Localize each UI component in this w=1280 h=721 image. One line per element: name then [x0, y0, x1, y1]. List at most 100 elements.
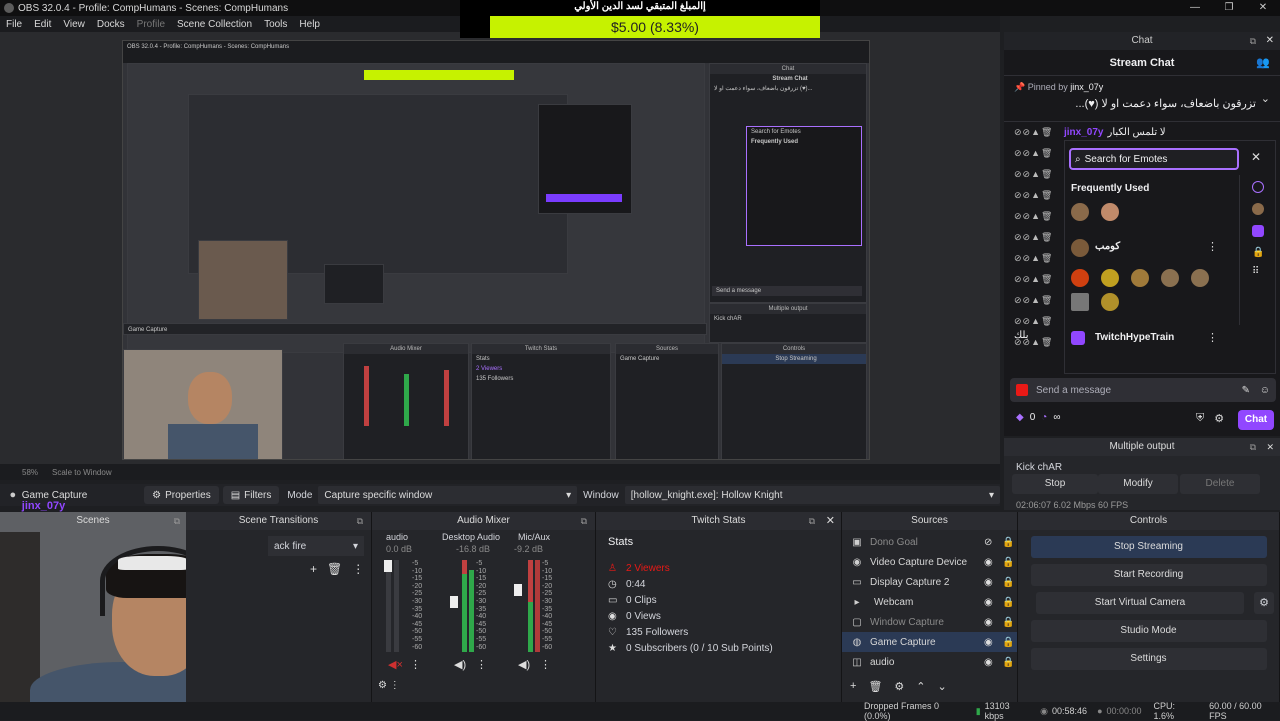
popout-icon[interactable]: ⧉: [581, 512, 587, 530]
users-icon[interactable]: 👥: [1256, 50, 1270, 76]
shield-icon[interactable]: ⛨: [1196, 412, 1204, 425]
channel-emotes-icon[interactable]: [1252, 203, 1264, 215]
emote[interactable]: [1101, 203, 1119, 221]
gear-icon[interactable]: ⚙: [1214, 412, 1224, 425]
grid-icon[interactable]: ⠿: [1252, 266, 1275, 277]
more-icon[interactable]: ⋮: [540, 658, 551, 671]
scale-mode[interactable]: Scale to Window: [52, 468, 112, 477]
studio-mode-button[interactable]: Studio Mode: [1030, 620, 1267, 642]
mod-icons[interactable]: ⊘⊘▲🗑: [1014, 190, 1064, 201]
emote[interactable]: [1071, 269, 1089, 287]
add-source-icon[interactable]: +: [850, 680, 856, 693]
fader-mic[interactable]: [514, 584, 522, 596]
minimize-button[interactable]: —: [1178, 0, 1212, 16]
trash-icon[interactable]: 🗑: [327, 562, 342, 576]
menu-docks[interactable]: Docks: [91, 19, 131, 30]
menu-view[interactable]: View: [57, 19, 91, 30]
emote[interactable]: [1101, 269, 1119, 287]
stop-streaming-button[interactable]: Stop Streaming: [1030, 536, 1267, 558]
eye-icon[interactable]: ◉: [984, 617, 993, 628]
popout-icon[interactable]: ⧉: [357, 512, 363, 530]
lock-icon[interactable]: 🔒: [1002, 597, 1014, 608]
filters-button[interactable]: ▤ Filters: [222, 486, 280, 504]
lock-icon[interactable]: 🔒: [1002, 637, 1014, 648]
move-up-icon[interactable]: ⌃: [916, 680, 925, 693]
emoji-icon[interactable]: ☺: [1260, 385, 1270, 396]
stop-output-button[interactable]: Stop: [1012, 474, 1098, 494]
source-item[interactable]: ◫ audio ◉ 🔒: [842, 652, 1017, 672]
emote[interactable]: [1071, 203, 1089, 221]
eye-icon[interactable]: ◉: [984, 577, 993, 588]
emote[interactable]: [1161, 269, 1179, 287]
lock-icon[interactable]: 🔒: [1002, 557, 1014, 568]
popout-icon[interactable]: ⧉: [809, 512, 815, 530]
source-item[interactable]: ◍ Game Capture ◉ 🔒: [842, 632, 1017, 652]
twitch-emotes-icon[interactable]: [1252, 225, 1264, 237]
mod-icons[interactable]: ⊘⊘▲🗑: [1014, 295, 1064, 306]
mod-icons[interactable]: ⊘⊘▲🗑: [1014, 232, 1064, 243]
add-transition-icon[interactable]: +: [310, 562, 317, 576]
speaker-icon[interactable]: ◀): [454, 658, 466, 671]
source-item[interactable]: ▣ Dono Goal ⊘ 🔒: [842, 532, 1017, 552]
transition-select[interactable]: ack fire ▾: [268, 536, 364, 556]
more-icon[interactable]: ⋮: [476, 658, 487, 671]
popout-icon[interactable]: ⧉: [1250, 32, 1256, 50]
close-icon[interactable]: ✕: [1266, 438, 1274, 456]
eye-icon[interactable]: ◉: [984, 637, 993, 648]
mode-select[interactable]: Capture specific window ▾: [318, 486, 578, 504]
mod-icons[interactable]: ⊘⊘▲🗑: [1014, 274, 1064, 285]
more-icon[interactable]: ⋮: [1207, 240, 1218, 253]
mixer-settings-icon[interactable]: ⚙ ⋮: [378, 680, 400, 691]
lock-icon[interactable]: 🔒: [1002, 577, 1014, 588]
lock-icon[interactable]: 🔒: [1252, 247, 1275, 258]
close-icon[interactable]: ✕: [1266, 32, 1274, 50]
menu-edit[interactable]: Edit: [28, 19, 57, 30]
popout-icon[interactable]: ⧉: [1250, 438, 1256, 456]
close-emote-picker-icon[interactable]: ✕: [1251, 150, 1261, 164]
modify-output-button[interactable]: Modify: [1098, 474, 1178, 494]
more-icon[interactable]: ⋮: [410, 658, 421, 671]
eye-icon[interactable]: ◉: [984, 557, 993, 568]
more-icon[interactable]: ⋮: [352, 562, 364, 576]
zoom-level[interactable]: 58%: [22, 468, 38, 477]
clock-icon[interactable]: [1252, 181, 1264, 193]
start-virtual-camera-button[interactable]: Start Virtual Camera: [1036, 592, 1244, 614]
lock-icon[interactable]: 🔒: [1002, 537, 1014, 548]
gear-icon[interactable]: ⚙: [894, 680, 904, 693]
channel-points[interactable]: ◆ 0 ◔ ∞: [1016, 412, 1060, 423]
move-down-icon[interactable]: ⌄: [938, 680, 947, 693]
pinned-message[interactable]: 📌 Pinned by jinx_07y تزرقون باضعاف، سواء…: [1004, 76, 1280, 122]
emote[interactable]: [1071, 293, 1089, 311]
speaker-icon[interactable]: ◀): [518, 658, 530, 671]
mod-icons[interactable]: ⊘⊘▲🗑: [1014, 148, 1064, 159]
settings-button[interactable]: Settings: [1030, 648, 1267, 670]
send-message-input[interactable]: Send a message ✎ ☺: [1010, 378, 1276, 402]
properties-button[interactable]: ⚙ Properties: [144, 486, 219, 504]
mod-icons[interactable]: ⊘⊘▲🗑: [1014, 211, 1064, 222]
chat-username[interactable]: jinx_07y: [1064, 127, 1103, 138]
menu-file[interactable]: File: [0, 19, 28, 30]
menu-help[interactable]: Help: [293, 19, 326, 30]
eye-icon[interactable]: ◉: [984, 657, 993, 668]
fader-desktop[interactable]: [450, 596, 458, 608]
more-icon[interactable]: ⋮: [1207, 331, 1218, 344]
close-icon[interactable]: ✕: [826, 512, 835, 530]
virtual-camera-settings-icon[interactable]: ⚙: [1254, 592, 1274, 614]
emote[interactable]: [1071, 239, 1089, 257]
maximize-button[interactable]: ❐: [1212, 0, 1246, 16]
window-select[interactable]: [hollow_knight.exe]: Hollow Knight ▾: [624, 486, 1000, 504]
menu-tools[interactable]: Tools: [258, 19, 293, 30]
popout-icon[interactable]: ⧉: [174, 512, 180, 530]
mod-icons[interactable]: ⊘⊘▲🗑: [1014, 253, 1064, 264]
muted-speaker-icon[interactable]: ◀×: [388, 658, 403, 671]
lock-icon[interactable]: 🔒: [1002, 617, 1014, 628]
start-recording-button[interactable]: Start Recording: [1030, 564, 1267, 586]
bits-icon[interactable]: ✎: [1242, 385, 1250, 396]
trash-icon[interactable]: 🗑: [868, 680, 882, 693]
menu-scene-collection[interactable]: Scene Collection: [171, 19, 258, 30]
menu-profile[interactable]: Profile: [131, 19, 171, 30]
emote[interactable]: [1131, 269, 1149, 287]
close-button[interactable]: ✕: [1246, 0, 1280, 16]
lock-icon[interactable]: 🔒: [1002, 657, 1014, 668]
emote[interactable]: [1101, 293, 1119, 311]
